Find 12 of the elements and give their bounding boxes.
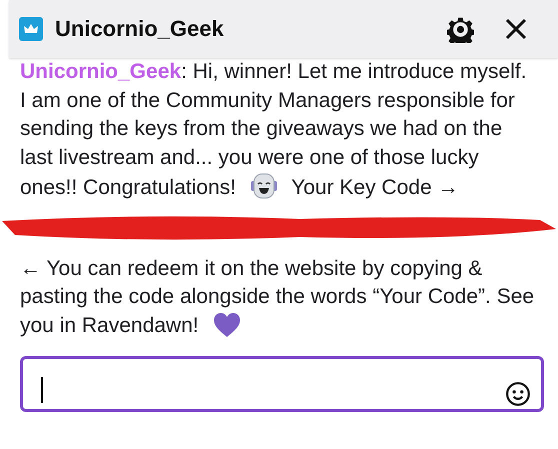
close-icon[interactable] xyxy=(504,17,528,41)
heart-icon xyxy=(212,312,242,338)
settings-icon[interactable] xyxy=(447,16,474,42)
smiley-icon[interactable] xyxy=(505,381,531,407)
window-title: Unicornio_Geek xyxy=(55,16,224,42)
username-link[interactable]: Unicornio_Geek xyxy=(20,60,182,83)
chat-message: Unicornio_Geek: Hi, winner! Let me introduce myself. I am one of the Community Managers responsible for sending the keys from the giveaways we had on the last livestream and... you were one of those lucky ones!! Congratulations! Your Key Code → xyxy=(20,59,528,202)
robot-face-icon xyxy=(250,172,278,200)
chat-input-field[interactable] xyxy=(20,356,544,412)
message-text: ← You can redeem it on the website by copying & pasting the code alongside the words “Your Code”. See you in Ravendawn! xyxy=(20,256,536,340)
text-cursor xyxy=(41,377,43,403)
crown-badge-icon xyxy=(19,17,43,41)
